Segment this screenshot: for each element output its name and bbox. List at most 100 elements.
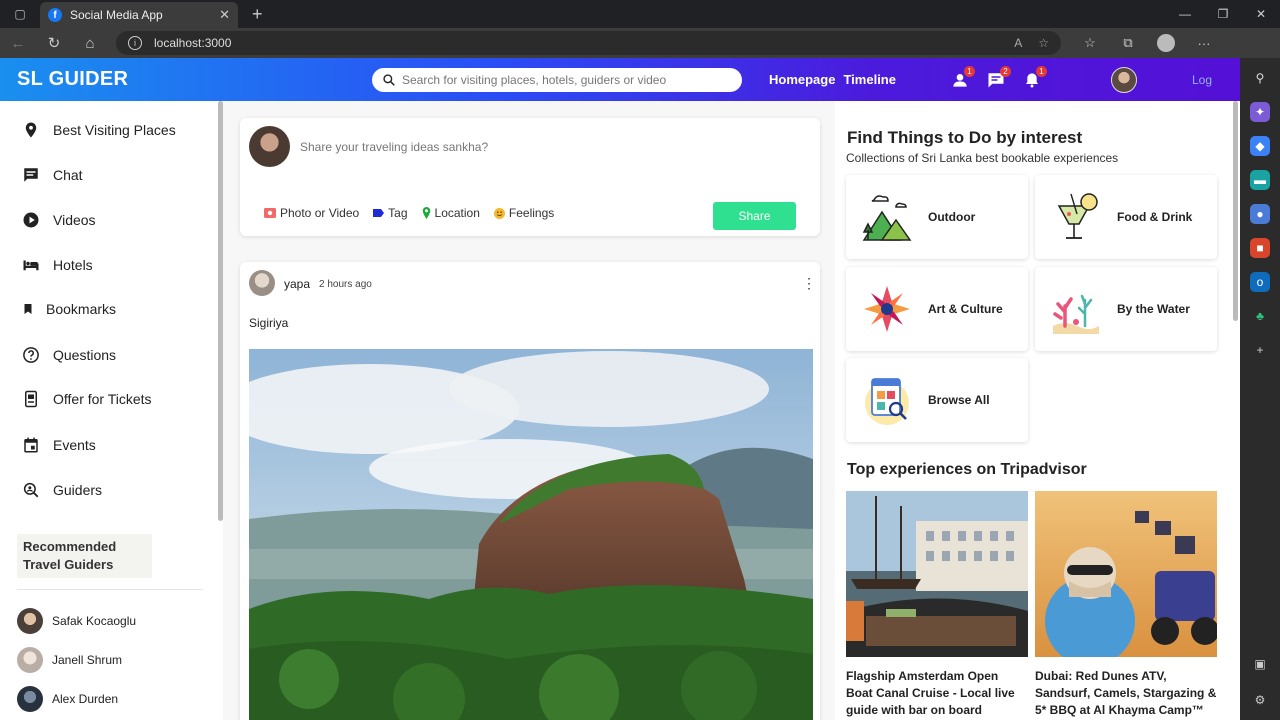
close-window-icon[interactable]: ✕ (1242, 0, 1280, 28)
header-icons: 1 2 1 (950, 66, 1047, 90)
address-bar[interactable]: i localhost:3000 A ☆ (116, 31, 1061, 55)
art-flower-icon (864, 286, 910, 332)
feelings-option[interactable]: Feelings (493, 206, 555, 220)
tag-icon (373, 209, 385, 217)
more-menu-icon[interactable]: ··· (1185, 28, 1223, 58)
category-label: Food & Drink (1117, 210, 1193, 224)
sidebar-item-bookmarks[interactable]: Bookmarks (22, 301, 116, 317)
nav-homepage-link[interactable]: Homepage (769, 72, 835, 87)
sidebar-item-videos[interactable]: Videos (22, 211, 96, 229)
sidebar-divider (17, 589, 203, 590)
sidebar-item-label: Chat (53, 167, 83, 183)
search-input[interactable] (402, 73, 722, 87)
favorites-icon[interactable]: ☆ (1071, 28, 1109, 58)
option-label: Feelings (508, 206, 555, 220)
office-icon[interactable]: ■ (1250, 238, 1270, 258)
friends-button[interactable]: 1 (950, 66, 975, 90)
sidebar-item-best-visiting-places[interactable]: Best Visiting Places (22, 121, 176, 139)
profile-avatar-icon[interactable] (1157, 34, 1175, 52)
outlook-icon[interactable]: o (1250, 272, 1270, 292)
share-button[interactable]: Share (713, 202, 796, 230)
option-label: Photo or Video (280, 206, 360, 220)
search-bar[interactable] (372, 68, 742, 92)
notifications-button[interactable]: 1 (1022, 66, 1047, 90)
settings-gear-icon[interactable]: ⚙ (1250, 690, 1270, 710)
category-food-drink[interactable]: Food & Drink (1035, 175, 1217, 259)
more-vertical-icon[interactable]: ⋮ (802, 275, 816, 292)
experience-card[interactable]: Flagship Amsterdam Open Boat Canal Cruis… (846, 491, 1028, 719)
url-text: localhost:3000 (154, 36, 232, 50)
sidebar-item-offer-for-tickets[interactable]: Offer for Tickets (22, 390, 152, 408)
nav-timeline-link[interactable]: Timeline (843, 72, 896, 87)
games-icon[interactable]: ● (1250, 204, 1270, 224)
sidebar-item-label: Offer for Tickets (53, 391, 152, 407)
site-info-icon[interactable]: i (128, 36, 142, 50)
logout-link[interactable]: Log (1192, 73, 1212, 87)
favorite-star-icon[interactable]: ☆ (1038, 36, 1049, 50)
sidebar-item-guiders[interactable]: Guiders (22, 481, 102, 499)
collections-icon[interactable]: ⧉ (1109, 28, 1147, 58)
copilot-icon[interactable]: ✦ (1250, 102, 1270, 122)
sidebar-item-questions[interactable]: Questions (22, 346, 116, 364)
post-image[interactable] (249, 349, 813, 720)
experiences-title: Top experiences on Tripadvisor (847, 461, 1087, 478)
cocktail-icon (1057, 193, 1098, 239)
right-scrollbar[interactable] (1233, 101, 1238, 321)
outdoor-mountain-icon (862, 195, 912, 241)
restore-icon[interactable]: ❐ (1204, 0, 1242, 28)
guider-item[interactable]: Safak Kocaoglu (17, 608, 136, 634)
sidebar-item-label: Questions (53, 347, 117, 363)
category-outdoor[interactable]: Outdoor (846, 175, 1028, 259)
app-logo[interactable]: SL GUIDER (17, 68, 128, 91)
experience-title[interactable]: Flagship Amsterdam Open Boat Canal Cruis… (846, 668, 1028, 719)
tag-option[interactable]: Tag (373, 206, 408, 220)
interests-title: Find Things to Do by interest (847, 128, 1083, 147)
post-timestamp: 2 hours ago (319, 279, 372, 290)
search-sidebar-icon[interactable]: ⚲ (1250, 68, 1270, 88)
window-menu-icon[interactable]: ▢ (0, 0, 40, 28)
share-card: Share your traveling ideas sankha? Photo… (240, 118, 820, 236)
category-browse-all[interactable]: Browse All (846, 358, 1028, 442)
sidebar-item-label: Guiders (53, 482, 103, 498)
category-label: Browse All (928, 393, 990, 407)
shopping-tag-icon[interactable]: ◆ (1250, 136, 1270, 156)
home-icon[interactable]: ⌂ (72, 28, 108, 58)
user-avatar[interactable] (1111, 67, 1137, 93)
post-username[interactable]: yapa (284, 277, 310, 291)
sidebar-item-hotels[interactable]: Hotels (22, 256, 93, 274)
category-art-culture[interactable]: Art & Culture (846, 267, 1028, 351)
sidebar-item-label: Best Visiting Places (53, 122, 176, 138)
sidebar-item-label: Events (53, 437, 96, 453)
new-tab-icon[interactable]: + (252, 4, 263, 25)
back-icon[interactable]: ← (0, 28, 36, 58)
close-tab-icon[interactable]: ✕ (219, 7, 230, 23)
sidebar-item-events[interactable]: Events (22, 436, 96, 454)
add-sidebar-icon[interactable]: + (1250, 340, 1270, 360)
experience-image (846, 491, 1028, 657)
category-label: By the Water (1117, 302, 1190, 316)
sidebar-item-chat[interactable]: Chat (22, 166, 83, 184)
post-user-avatar[interactable] (249, 270, 275, 296)
sidebar-item-label: Hotels (53, 257, 93, 273)
help-circle-icon (23, 347, 39, 363)
browser-tab[interactable]: f Social Media App ✕ (40, 2, 238, 28)
photo-video-option[interactable]: Photo or Video (264, 206, 359, 220)
read-aloud-icon[interactable]: A (1014, 36, 1022, 50)
sidebar-layout-icon[interactable]: ▣ (1250, 654, 1270, 674)
category-by-the-water[interactable]: By the Water (1035, 267, 1217, 351)
refresh-icon[interactable]: ↻ (36, 28, 72, 58)
location-option[interactable]: Location (422, 206, 480, 220)
share-input[interactable]: Share your traveling ideas sankha? (300, 140, 488, 154)
chat-icon (24, 168, 38, 182)
notifications-badge: 1 (1036, 66, 1047, 77)
experience-title[interactable]: Dubai: Red Dunes ATV, Sandsurf, Camels, … (1035, 668, 1217, 719)
guider-item[interactable]: Janell Shrum (17, 647, 122, 673)
location-pin-icon (25, 122, 37, 138)
minimize-icon[interactable]: — (1166, 0, 1204, 28)
messages-button[interactable]: 2 (986, 66, 1011, 90)
tools-briefcase-icon[interactable]: ▬ (1250, 170, 1270, 190)
tree-icon[interactable]: ♣ (1250, 306, 1270, 326)
guider-item[interactable]: Alex Durden (17, 686, 118, 712)
guider-avatar (17, 647, 43, 673)
experience-card[interactable]: Dubai: Red Dunes ATV, Sandsurf, Camels, … (1035, 491, 1219, 719)
